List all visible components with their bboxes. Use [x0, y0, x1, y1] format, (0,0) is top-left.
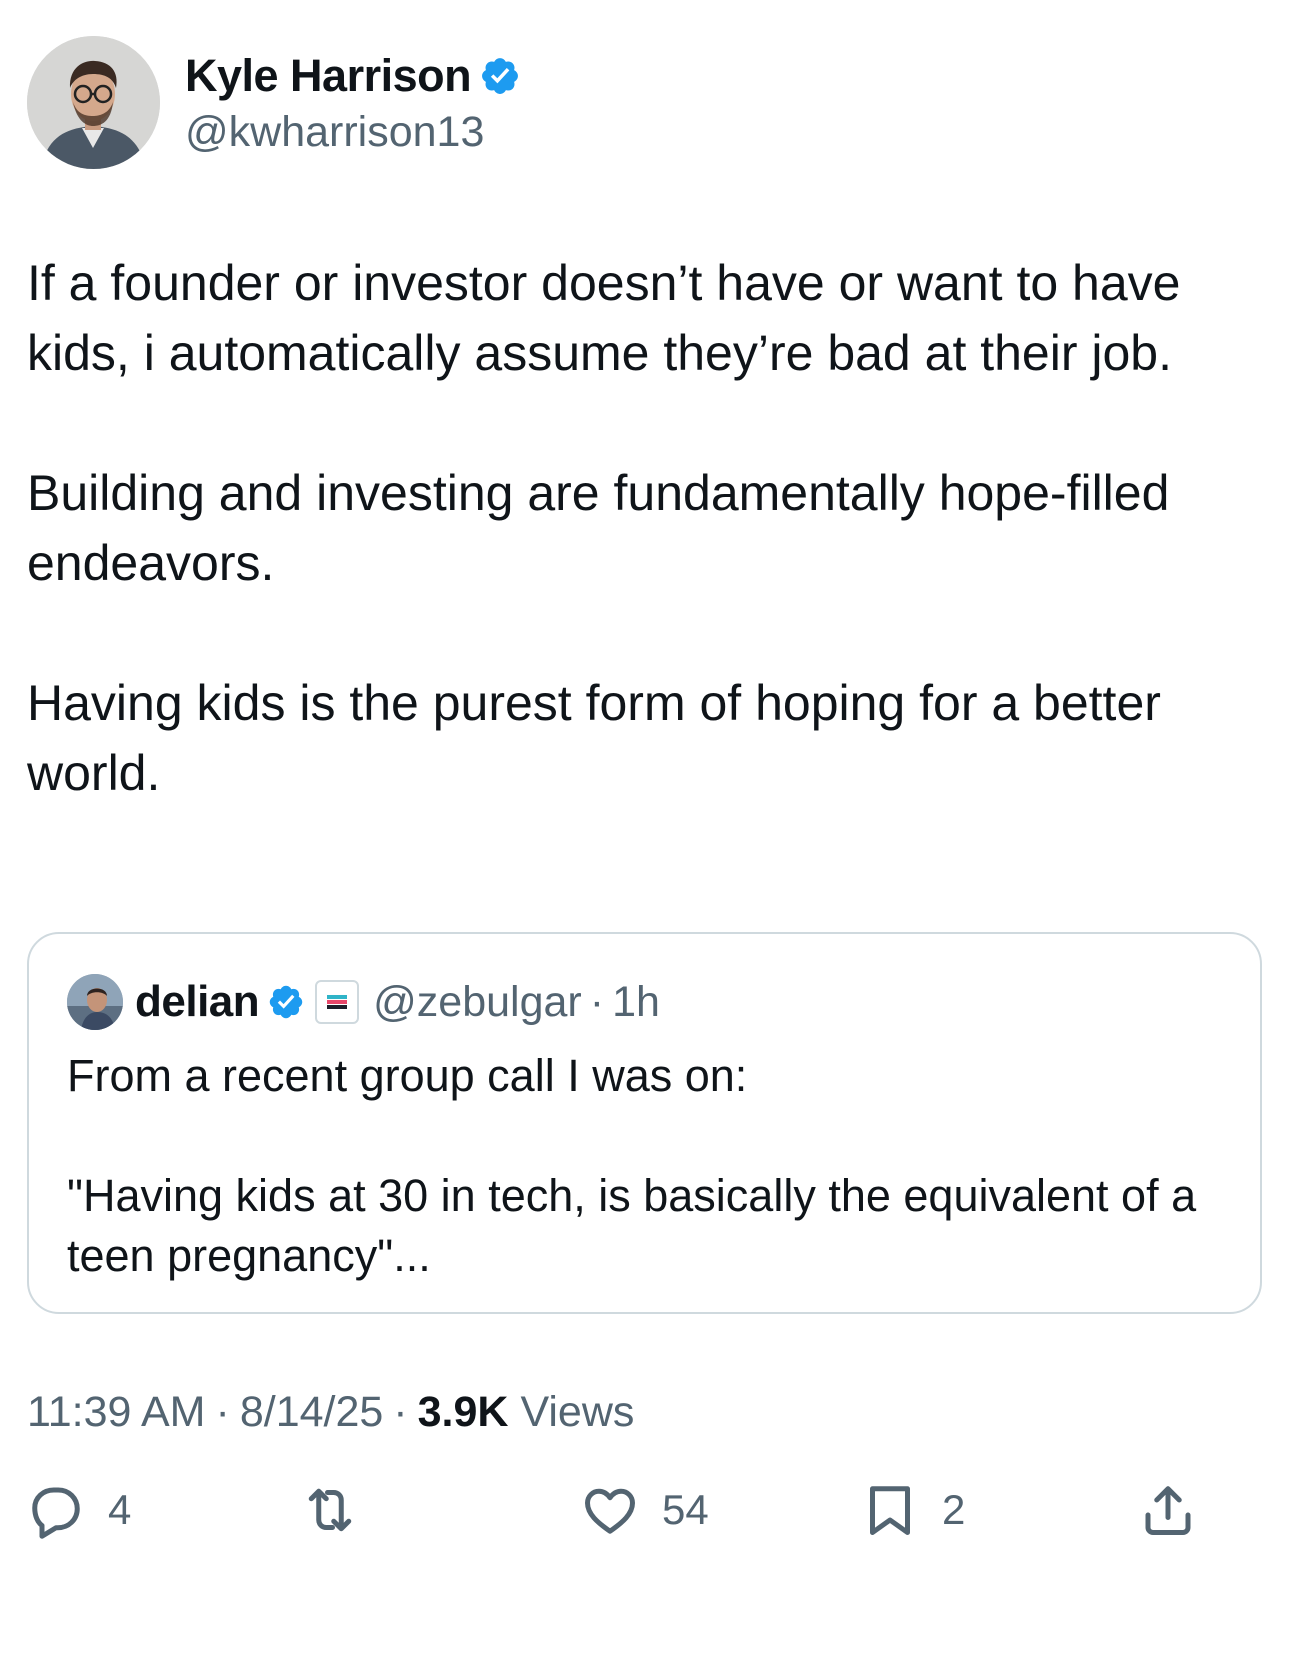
tweet-paragraph: If a founder or investor doesn’t have or…	[27, 255, 1181, 381]
bookmark-count: 2	[942, 1486, 966, 1533]
retweet-button[interactable]	[300, 1472, 360, 1548]
quoted-tweet-card[interactable]: delian @zebulgar · 1h From a recent grou…	[27, 932, 1262, 1314]
views-label[interactable]: Views	[520, 1388, 634, 1437]
tweet-paragraph: Building and investing are fundamentally…	[27, 465, 1170, 591]
quoted-tweet-paragraph: From a recent group call I was on:	[67, 1050, 748, 1101]
reply-button[interactable]: 4	[26, 1472, 131, 1548]
tweet-date[interactable]: 8/14/25	[240, 1388, 383, 1437]
tweet-time[interactable]: 11:39 AM	[27, 1388, 206, 1437]
retweet-icon	[308, 1488, 352, 1532]
verified-badge-icon	[269, 985, 303, 1019]
like-count: 54	[662, 1486, 709, 1533]
quoted-tweet-paragraph: "Having kids at 30 in tech, is basically…	[67, 1170, 1197, 1281]
share-button[interactable]	[1138, 1472, 1198, 1548]
author-name[interactable]: Kyle Harrison	[185, 50, 472, 102]
quoted-tweet-header: delian @zebulgar · 1h	[67, 974, 660, 1030]
like-icon	[585, 1488, 635, 1534]
bookmark-icon	[870, 1486, 910, 1535]
share-icon	[1145, 1486, 1191, 1535]
separator-dot: ·	[215, 1387, 230, 1436]
affiliate-badge-icon[interactable]	[315, 980, 360, 1024]
quoted-author-handle[interactable]: @zebulgar	[373, 978, 582, 1027]
quoted-author-name[interactable]: delian	[135, 977, 260, 1027]
separator-dot: ·	[393, 1387, 408, 1436]
tweet-paragraph: Having kids is the purest form of hoping…	[27, 675, 1161, 801]
reply-count: 4	[108, 1486, 132, 1533]
separator-dot: ·	[589, 977, 605, 1026]
quoted-author-avatar[interactable]	[67, 974, 123, 1030]
tweet-meta: 11:39 AM · 8/14/25 · 3.9K Views	[27, 1384, 634, 1440]
author-name-row[interactable]: Kyle Harrison	[185, 48, 521, 104]
reply-icon	[32, 1487, 80, 1539]
verified-badge-icon	[482, 58, 519, 94]
like-button[interactable]: 54	[580, 1472, 709, 1548]
action-bar: 4 54 2	[0, 1472, 1290, 1548]
quoted-tweet-body: From a recent group call I was on: "Havi…	[67, 1046, 1217, 1286]
author-handle[interactable]: @kwharrison13	[185, 108, 484, 157]
author-avatar[interactable]	[27, 36, 160, 169]
tweet-body: If a founder or investor doesn’t have or…	[27, 248, 1257, 808]
quoted-tweet-time[interactable]: 1h	[612, 978, 660, 1027]
bookmark-button[interactable]: 2	[860, 1472, 965, 1548]
views-count[interactable]: 3.9K	[418, 1388, 509, 1437]
